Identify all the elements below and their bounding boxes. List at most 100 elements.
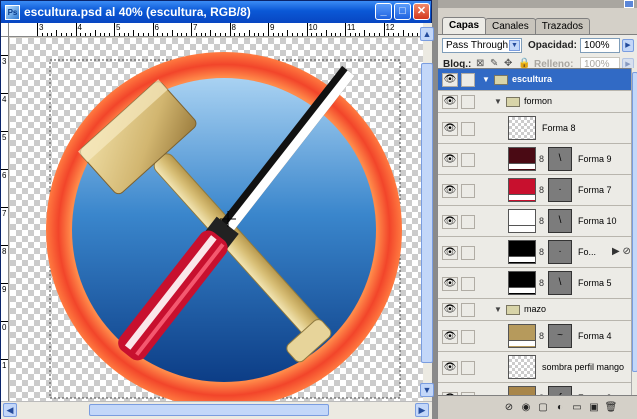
- ruler-minor-tick: [407, 33, 409, 36]
- link-toggle[interactable]: [461, 152, 475, 167]
- eye-icon[interactable]: 👁: [442, 73, 458, 87]
- scroll-down-icon[interactable]: ▼: [420, 383, 434, 397]
- horizontal-scrollbar[interactable]: ◀ ▶: [1, 401, 432, 419]
- vector-mask-thumbnail[interactable]: \: [548, 271, 572, 295]
- chain-link-icon[interactable]: 8: [539, 185, 544, 195]
- vector-mask-thumbnail[interactable]: \: [548, 209, 572, 233]
- new-layer-icon[interactable]: ▣: [587, 401, 601, 415]
- vertical-scroll-thumb[interactable]: [421, 63, 433, 363]
- panel-grip[interactable]: [438, 0, 637, 8]
- link-toggle[interactable]: [461, 360, 475, 375]
- vector-mask-thumbnail[interactable]: ·: [548, 240, 572, 264]
- link-toggle[interactable]: [461, 245, 475, 260]
- layer-effects-icon[interactable]: ▶ ⊘: [612, 246, 631, 257]
- adjustment-icon[interactable]: ◐: [553, 401, 567, 415]
- layer-group-row[interactable]: 👁 ▼ escultura: [438, 69, 631, 91]
- layer-row[interactable]: 👁 8 \ Forma 10: [438, 206, 631, 237]
- layer-thumbnail[interactable]: [508, 147, 536, 171]
- layer-thumbnail[interactable]: [508, 116, 536, 140]
- minimize-button[interactable]: _: [375, 3, 392, 20]
- canvas[interactable]: [10, 38, 423, 401]
- chain-link-icon[interactable]: 8: [539, 247, 544, 257]
- scroll-up-icon[interactable]: ▲: [420, 27, 434, 41]
- eye-icon[interactable]: 👁: [442, 95, 458, 109]
- chain-link-icon[interactable]: 8: [539, 278, 544, 288]
- tab-trazados[interactable]: Trazados: [534, 18, 591, 34]
- scroll-right-icon[interactable]: ▶: [415, 403, 429, 417]
- layer-group-row[interactable]: 👁 ▼ formon: [438, 91, 631, 113]
- fx-icon[interactable]: ◉: [519, 401, 533, 415]
- layer-row[interactable]: 👁 8 \ Forma 5: [438, 268, 631, 299]
- layer-row[interactable]: 👁 8 · Forma 7: [438, 175, 631, 206]
- ruler-tick: [191, 23, 192, 36]
- layer-row[interactable]: 👁 Forma 8: [438, 113, 631, 144]
- opacity-field[interactable]: 100%: [580, 38, 620, 53]
- scroll-left-icon[interactable]: ◀: [3, 403, 17, 417]
- link-toggle[interactable]: [461, 95, 475, 109]
- new-group-icon[interactable]: ▭: [570, 401, 584, 415]
- vector-mask-thumbnail[interactable]: \: [548, 147, 572, 171]
- eye-icon[interactable]: 👁: [442, 152, 458, 167]
- eye-icon[interactable]: 👁: [442, 360, 458, 375]
- tab-canales[interactable]: Canales: [485, 18, 536, 34]
- layer-name: Forma 4: [578, 330, 612, 341]
- link-icon[interactable]: ⊘: [502, 401, 516, 415]
- eye-icon[interactable]: 👁: [442, 183, 458, 198]
- blend-mode-select[interactable]: Pass Through ▼: [442, 38, 522, 53]
- panel-close-icon[interactable]: [624, 0, 634, 8]
- thumbnail-bar: [509, 340, 535, 346]
- link-toggle[interactable]: [461, 303, 475, 317]
- photoshop-document-icon: Ps: [5, 4, 20, 20]
- layer-thumbnail[interactable]: [508, 178, 536, 202]
- document-title-bar[interactable]: Ps escultura.psd al 40% (escultura, RGB/…: [1, 1, 431, 23]
- eye-icon[interactable]: 👁: [442, 329, 458, 344]
- eye-icon[interactable]: 👁: [442, 121, 458, 136]
- link-toggle[interactable]: [461, 121, 475, 136]
- eye-icon[interactable]: 👁: [442, 214, 458, 229]
- close-button[interactable]: ✕: [413, 3, 430, 20]
- layer-row[interactable]: 👁 sombra perfil mango: [438, 352, 631, 383]
- horizontal-ruler[interactable]: 3 4 5 6 7 8 9 10 11 12: [9, 23, 423, 37]
- layer-row[interactable]: 👁 8 ~ Forma 4: [438, 321, 631, 352]
- eye-icon[interactable]: 👁: [442, 276, 458, 291]
- chevron-down-icon[interactable]: ▼: [509, 40, 520, 51]
- layer-row[interactable]: 👁 8 · Fo... ▶ ⊘: [438, 237, 631, 268]
- link-toggle[interactable]: [461, 183, 475, 198]
- layer-row[interactable]: 👁8ƒForma 3: [438, 383, 631, 395]
- link-toggle[interactable]: [461, 329, 475, 344]
- trash-icon[interactable]: 🗑: [604, 401, 618, 415]
- chain-link-icon[interactable]: 8: [539, 331, 544, 341]
- vertical-scrollbar[interactable]: ▲ ▼: [420, 23, 434, 401]
- opacity-slider-icon[interactable]: ▶: [622, 39, 634, 52]
- vector-mask-thumbnail[interactable]: ~: [548, 324, 572, 348]
- layer-thumbnail[interactable]: [508, 240, 536, 264]
- link-toggle[interactable]: [461, 276, 475, 291]
- chain-link-icon[interactable]: 8: [539, 216, 544, 226]
- ruler-corner[interactable]: [1, 23, 9, 37]
- layer-thumbnail[interactable]: [508, 324, 536, 348]
- ruler-minor-tick: [364, 30, 366, 36]
- eye-icon[interactable]: 👁: [442, 245, 458, 260]
- expand-triangle-icon[interactable]: ▼: [494, 305, 502, 314]
- layer-group-row[interactable]: 👁 ▼ mazo: [438, 299, 631, 321]
- link-toggle[interactable]: [461, 73, 475, 87]
- layers-scrollbar[interactable]: [631, 68, 637, 395]
- mask-icon[interactable]: ▢: [536, 401, 550, 415]
- chain-link-icon[interactable]: 8: [539, 154, 544, 164]
- vector-mask-thumbnail[interactable]: ·: [548, 178, 572, 202]
- vector-mask-thumbnail[interactable]: ƒ: [548, 386, 572, 395]
- link-toggle[interactable]: [461, 214, 475, 229]
- expand-triangle-icon[interactable]: ▼: [494, 97, 502, 106]
- layer-thumbnail[interactable]: [508, 271, 536, 295]
- layer-thumbnail[interactable]: [508, 355, 536, 379]
- vertical-ruler[interactable]: 3 4 5 6 7 8 9 0 1: [1, 37, 9, 401]
- eye-icon[interactable]: 👁: [442, 303, 458, 317]
- expand-triangle-icon[interactable]: ▼: [482, 75, 490, 84]
- layer-row[interactable]: 👁 8 \ Forma 9: [438, 144, 631, 175]
- layer-thumbnail[interactable]: [508, 209, 536, 233]
- tab-capas[interactable]: Capas: [442, 17, 487, 34]
- layer-thumbnail[interactable]: [508, 386, 536, 395]
- horizontal-scroll-thumb[interactable]: [89, 404, 329, 416]
- layers-scroll-thumb[interactable]: [632, 72, 637, 372]
- maximize-button[interactable]: □: [394, 3, 411, 20]
